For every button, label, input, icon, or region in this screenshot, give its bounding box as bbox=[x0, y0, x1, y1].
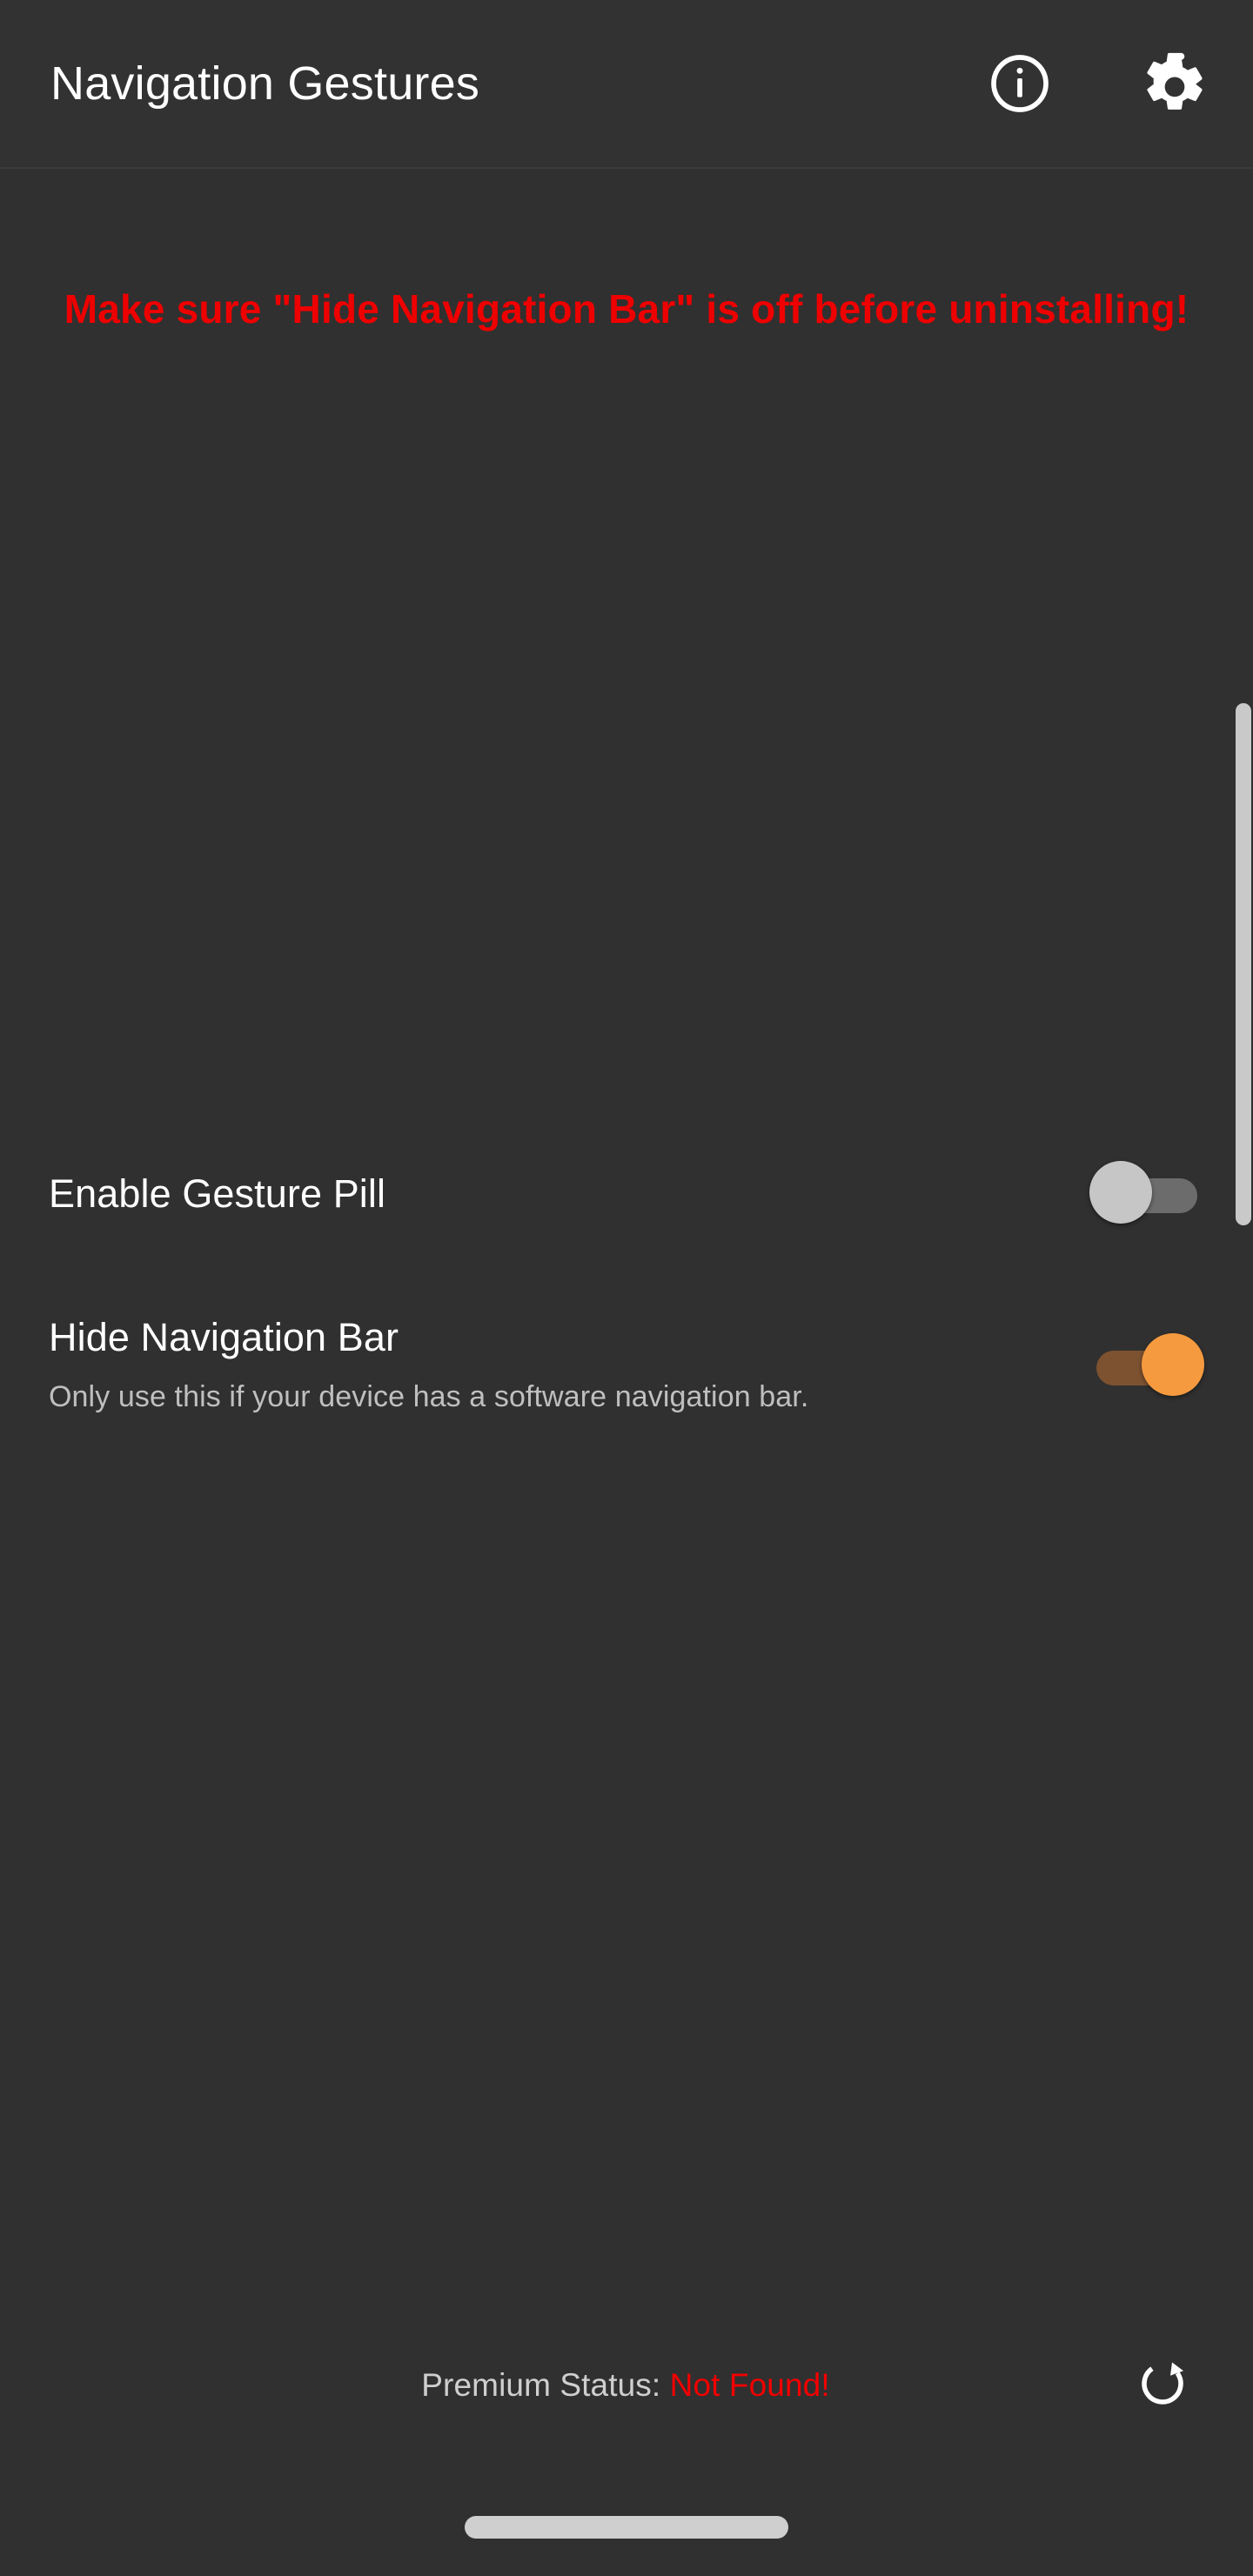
premium-status-label: Premium Status: bbox=[421, 2366, 661, 2403]
system-navigation-bar bbox=[0, 2479, 1253, 2576]
premium-status-bar: Premium Status: Not Found! bbox=[0, 2343, 1253, 2426]
preference-text: Hide Navigation Bar Only use this if you… bbox=[49, 1309, 1055, 1415]
toggle-hide-navigation-bar[interactable] bbox=[1089, 1333, 1204, 1399]
info-button[interactable] bbox=[975, 38, 1065, 129]
premium-status-value: Not Found! bbox=[669, 2366, 830, 2403]
toggle-enable-gesture-pill[interactable] bbox=[1089, 1161, 1204, 1227]
preference-title: Enable Gesture Pill bbox=[49, 1171, 386, 1217]
toggle-thumb bbox=[1089, 1161, 1152, 1224]
uninstall-warning-text: Make sure "Hide Navigation Bar" is off b… bbox=[64, 286, 1189, 332]
app-bar-actions bbox=[975, 0, 1220, 167]
premium-status-text: Premium Status: Not Found! bbox=[0, 2369, 1121, 2401]
app-root: Navigation Gestures Make sure "Hide Navi… bbox=[0, 0, 1253, 2576]
home-indicator[interactable] bbox=[465, 2516, 788, 2539]
info-icon bbox=[988, 52, 1051, 115]
preference-text: Enable Gesture Pill bbox=[49, 1171, 1055, 1217]
refresh-icon bbox=[1136, 2358, 1189, 2412]
preference-row-hide-navigation-bar[interactable]: Hide Navigation Bar Only use this if you… bbox=[0, 1309, 1253, 1455]
preference-row-enable-gesture-pill[interactable]: Enable Gesture Pill bbox=[0, 1142, 1253, 1246]
preference-list: Enable Gesture Pill Hide Navigation Bar … bbox=[0, 1142, 1253, 1455]
toggle-thumb bbox=[1142, 1333, 1204, 1396]
preference-title: Hide Navigation Bar bbox=[49, 1315, 399, 1359]
preference-summary: Only use this if your device has a softw… bbox=[49, 1380, 809, 1414]
settings-scroll-area[interactable]: Make sure "Hide Navigation Bar" is off b… bbox=[0, 169, 1253, 2576]
refresh-premium-status-button[interactable] bbox=[1121, 2343, 1204, 2426]
settings-button[interactable] bbox=[1129, 38, 1220, 129]
gear-icon bbox=[1141, 50, 1209, 117]
page-title: Navigation Gestures bbox=[50, 57, 480, 110]
vertical-scrollbar-thumb[interactable] bbox=[1236, 703, 1251, 1225]
app-bar: Navigation Gestures bbox=[0, 0, 1253, 169]
